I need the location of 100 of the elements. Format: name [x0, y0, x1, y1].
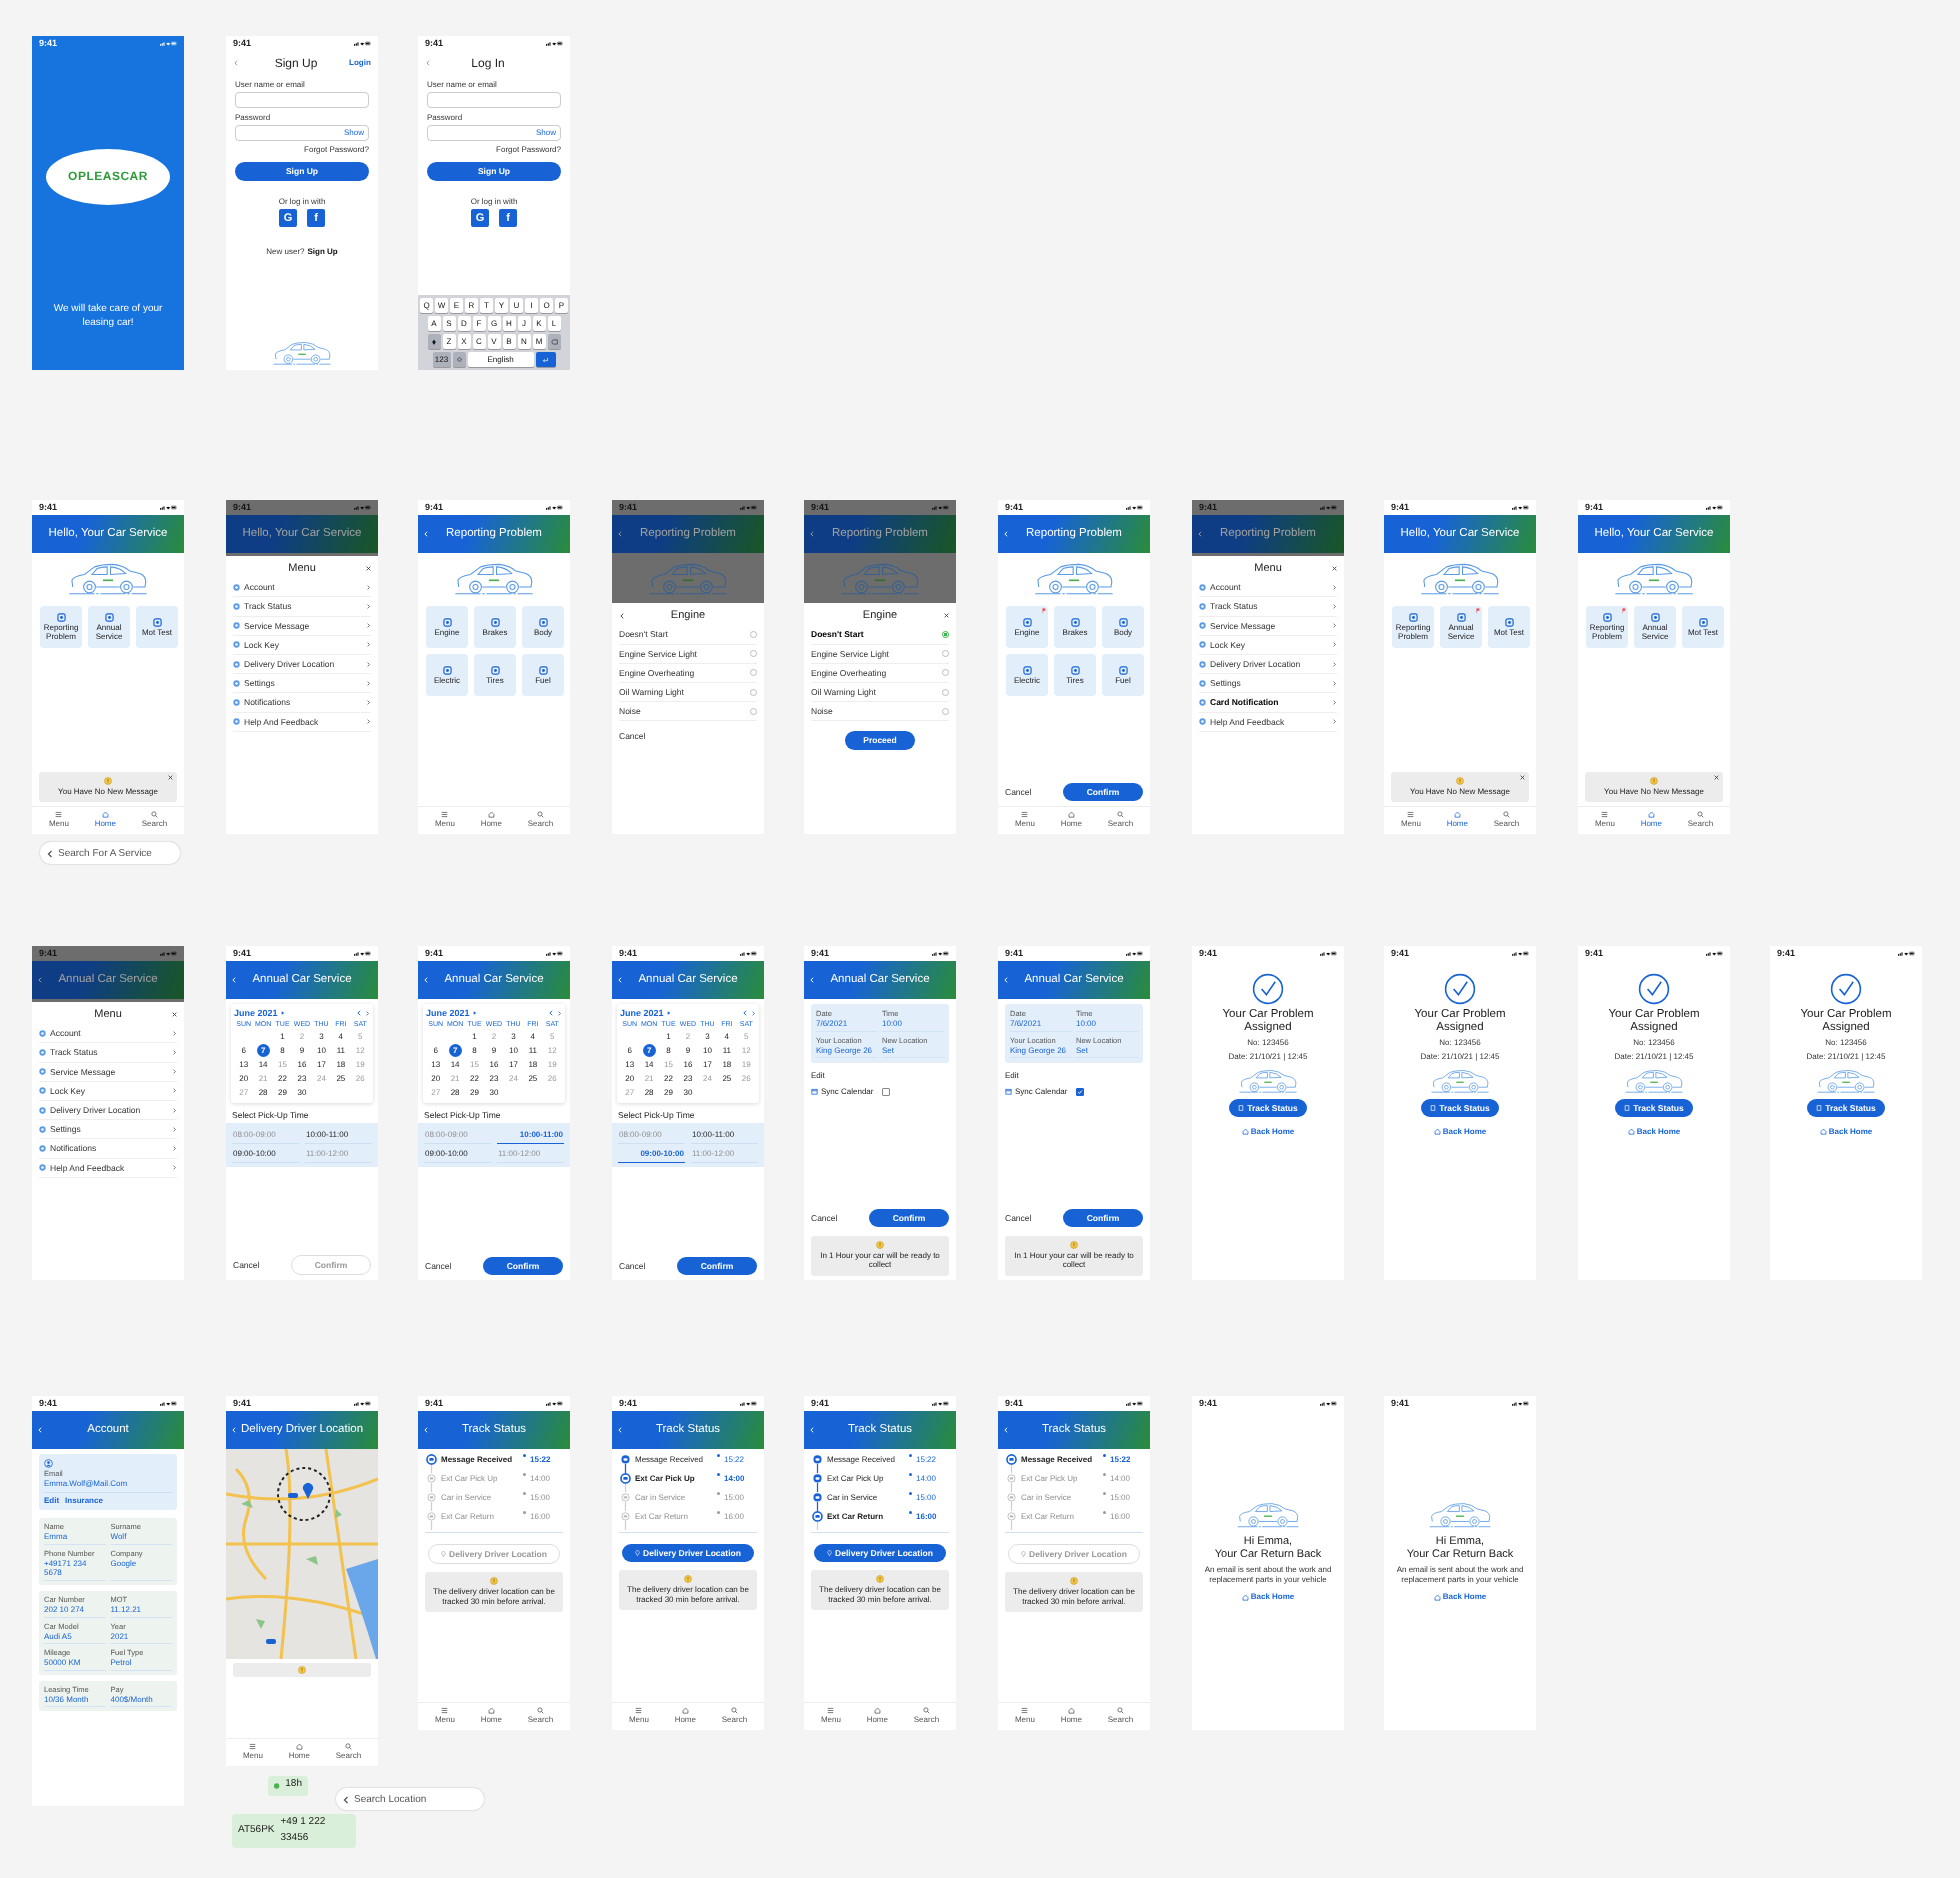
circle-icon: [1198, 622, 1206, 630]
alert-icon: [490, 1577, 499, 1586]
signal-battery-icon: [546, 505, 564, 510]
circle-icon: [232, 718, 240, 726]
square-icon: [1118, 665, 1128, 675]
circle-icon: [232, 660, 240, 668]
circle-icon: [39, 1068, 46, 1076]
square-icon: [1504, 617, 1514, 627]
alert-icon: [104, 776, 112, 785]
square-icon: [56, 613, 66, 623]
signal-battery-icon: [1512, 505, 1530, 510]
circle-icon: [1198, 698, 1206, 706]
square-icon: [1022, 665, 1032, 675]
settings-key[interactable]: [452, 352, 466, 367]
signal-battery-icon: [1319, 951, 1337, 956]
circle-icon: [232, 602, 240, 610]
circle-icon: [1198, 641, 1206, 649]
signal-battery-icon: [739, 505, 757, 510]
signal-battery-icon: [1125, 951, 1143, 956]
square-icon: [442, 617, 452, 627]
signal-battery-icon: [353, 1401, 371, 1406]
signal-battery-icon: [932, 505, 950, 510]
circle-icon: [232, 679, 240, 687]
check-circle-icon: [1444, 973, 1477, 1005]
signal-battery-icon: [546, 1401, 564, 1406]
signal-battery-icon: [1705, 951, 1723, 956]
square-icon: [490, 665, 500, 675]
circle-icon: [39, 1048, 46, 1056]
alert-icon: [1069, 1577, 1078, 1586]
signal-battery-icon: [932, 1401, 950, 1406]
circle-icon: [232, 622, 240, 630]
circle-icon: [232, 641, 240, 649]
square-icon: [490, 617, 500, 627]
signal-battery-icon: [1125, 505, 1143, 510]
check-circle-icon: [1637, 973, 1670, 1005]
signal-battery-icon: [1319, 505, 1337, 510]
circle-icon: [1198, 602, 1206, 610]
alert-icon: [876, 1240, 885, 1249]
signal-battery-icon: [353, 505, 371, 510]
signal-battery-icon: [1512, 1401, 1530, 1406]
square-icon: [1650, 613, 1659, 623]
check-circle-icon: [1251, 973, 1284, 1005]
circle-icon: [39, 1144, 46, 1152]
radio-button[interactable]: [942, 631, 950, 639]
circle-icon: [1198, 718, 1206, 726]
signal-battery-icon: [739, 951, 757, 956]
square-icon: [1456, 613, 1466, 623]
signal-battery-icon: [160, 505, 177, 510]
signal-battery-icon: [739, 1401, 757, 1406]
signal-battery-icon: [160, 1401, 177, 1406]
back-icon[interactable]: [342, 1795, 350, 1803]
signal-battery-icon: [546, 41, 564, 46]
signal-battery-icon: [1512, 951, 1530, 956]
shift-icon: [431, 338, 438, 345]
square-icon: [1070, 665, 1080, 675]
dot-icon: [274, 1781, 280, 1790]
alert-icon: [1069, 1240, 1078, 1249]
circle-icon: [1198, 583, 1206, 591]
alert-icon: [297, 1666, 306, 1674]
circle-icon: [39, 1087, 46, 1095]
signal-battery-icon: [932, 951, 950, 956]
signal-battery-icon: [160, 951, 177, 956]
text-field[interactable]: [427, 92, 562, 108]
back-icon[interactable]: [46, 849, 54, 857]
square-icon: [538, 617, 548, 627]
shift-key[interactable]: [427, 334, 441, 349]
checkbox[interactable]: [1076, 1087, 1085, 1096]
square-icon: [1022, 617, 1032, 627]
alert-icon: [1649, 776, 1658, 785]
circle-icon: [1198, 660, 1206, 668]
text-field[interactable]: [234, 92, 369, 108]
check-circle-icon: [1830, 973, 1863, 1005]
alert-icon: [683, 1575, 692, 1584]
circle-icon: [232, 583, 240, 591]
signal-battery-icon: [353, 951, 371, 956]
signal-battery-icon: [160, 41, 177, 46]
circle-icon: [232, 698, 240, 706]
checkbox[interactable]: [883, 1087, 892, 1096]
signal-battery-icon: [546, 951, 564, 956]
alert-icon: [1456, 776, 1465, 785]
square-icon: [442, 665, 452, 675]
alert-icon: [876, 1575, 885, 1584]
user-icon: [44, 1459, 53, 1468]
return-key[interactable]: [535, 352, 556, 367]
circle-icon: [39, 1029, 46, 1037]
circle-icon: [39, 1164, 46, 1172]
backspace-key[interactable]: [547, 334, 561, 349]
square-icon: [1698, 617, 1707, 627]
signal-battery-icon: [1125, 1401, 1143, 1406]
square-icon: [1070, 617, 1080, 627]
circle-icon: [39, 1125, 46, 1133]
square-icon: [1408, 613, 1418, 623]
square-icon: [104, 613, 114, 623]
square-icon: [1602, 613, 1611, 623]
square-icon: [538, 665, 548, 675]
circle-icon: [1198, 679, 1206, 687]
signal-battery-icon: [1898, 951, 1916, 956]
square-icon: [1118, 617, 1128, 627]
signal-battery-icon: [353, 41, 371, 46]
signal-battery-icon: [1319, 1401, 1337, 1406]
